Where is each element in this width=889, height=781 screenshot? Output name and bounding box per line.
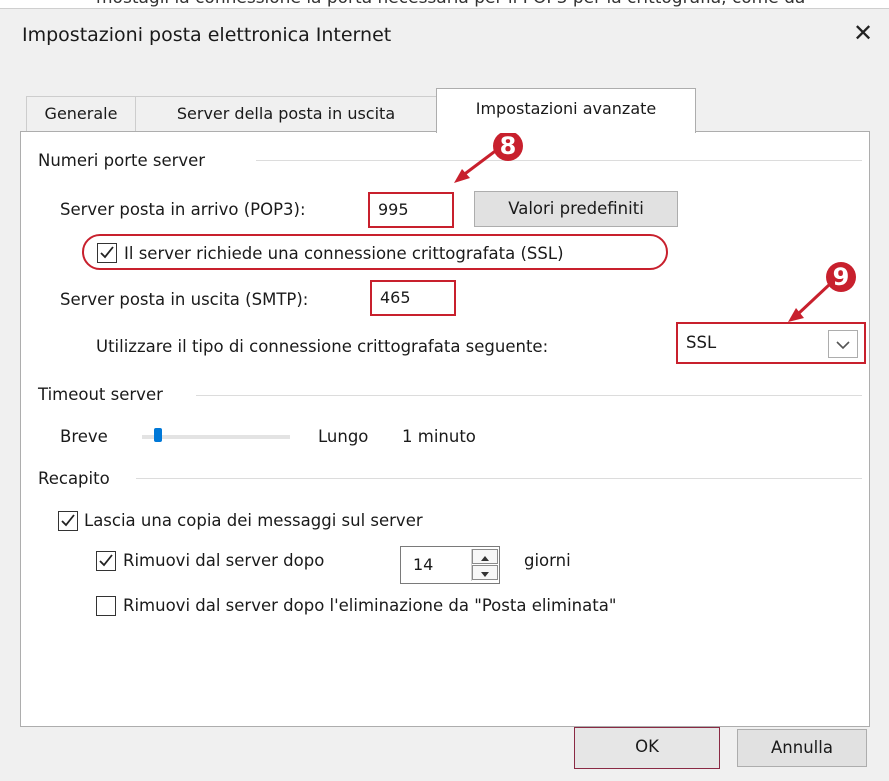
annotation-step-8: 8 — [493, 131, 523, 161]
incoming-server-label: Server posta in arrivo (POP3): — [60, 200, 306, 219]
background-page-strip: mostagli la connessione la porta necessa… — [0, 0, 889, 8]
group-label-timeout: Timeout server — [38, 385, 163, 404]
annotation-arrow-8 — [454, 144, 503, 183]
incoming-port-field[interactable]: 995 — [368, 192, 454, 228]
close-icon[interactable]: ✕ — [850, 20, 876, 46]
chevron-down-icon — [836, 341, 850, 350]
remove-deleted-checkbox[interactable] — [96, 596, 116, 616]
dialog-title: Impostazioni posta elettronica Internet — [22, 24, 392, 46]
tab-outgoing-server[interactable]: Server della posta in uscita — [135, 96, 437, 131]
dropdown-button[interactable] — [828, 330, 858, 358]
timeout-short-label: Breve — [60, 427, 108, 446]
outgoing-port-field[interactable]: 465 — [370, 280, 456, 316]
cancel-button[interactable]: Annulla — [737, 729, 867, 767]
timeout-long-label: Lungo — [318, 427, 369, 446]
tab-generale[interactable]: Generale — [26, 96, 136, 131]
ok-button[interactable]: OK — [574, 727, 720, 769]
days-unit-label: giorni — [524, 551, 571, 570]
default-values-button[interactable]: Valori predefiniti — [474, 191, 678, 227]
outgoing-server-label: Server posta in uscita (SMTP): — [60, 290, 309, 309]
stepper-arrows[interactable] — [471, 549, 498, 581]
remove-after-checkbox[interactable] — [96, 551, 116, 571]
annotation-arrow-9 — [788, 282, 832, 322]
encryption-type-value: SSL — [686, 333, 717, 352]
leave-copy-label: Lascia una copia dei messaggi sul server — [84, 511, 423, 530]
timeout-value: 1 minuto — [402, 427, 476, 446]
annotation-step-9: 9 — [826, 262, 856, 292]
group-divider — [196, 395, 862, 396]
ssl-required-checkbox[interactable] — [97, 243, 117, 263]
remove-after-label: Rimuovi dal server dopo — [123, 551, 325, 570]
checkmark-icon — [61, 514, 75, 527]
timeout-slider[interactable] — [142, 435, 290, 439]
checkmark-icon — [99, 554, 113, 567]
checkmark-icon — [100, 246, 114, 259]
group-label-delivery: Recapito — [38, 469, 110, 488]
group-label-server-ports: Numeri porte server — [38, 151, 206, 170]
caret-up-icon — [481, 556, 489, 561]
stepper-down-button[interactable] — [472, 565, 498, 580]
stepper-up-button[interactable] — [472, 549, 498, 564]
tab-advanced-settings[interactable]: Impostazioni avanzate — [436, 88, 696, 133]
remove-deleted-label: Rimuovi dal server dopo l'eliminazione d… — [123, 596, 617, 615]
encryption-type-label: Utilizzare il tipo di connessione critto… — [96, 337, 549, 356]
group-divider — [136, 478, 862, 479]
group-divider — [256, 160, 862, 161]
slider-thumb[interactable] — [153, 428, 162, 442]
leave-copy-checkbox[interactable] — [58, 511, 78, 531]
caret-down-icon — [481, 572, 489, 577]
ssl-required-label: Il server richiede una connessione critt… — [124, 244, 564, 263]
background-page-text: mostagli la connessione la porta necessa… — [96, 0, 805, 8]
days-value: 14 — [413, 555, 434, 574]
